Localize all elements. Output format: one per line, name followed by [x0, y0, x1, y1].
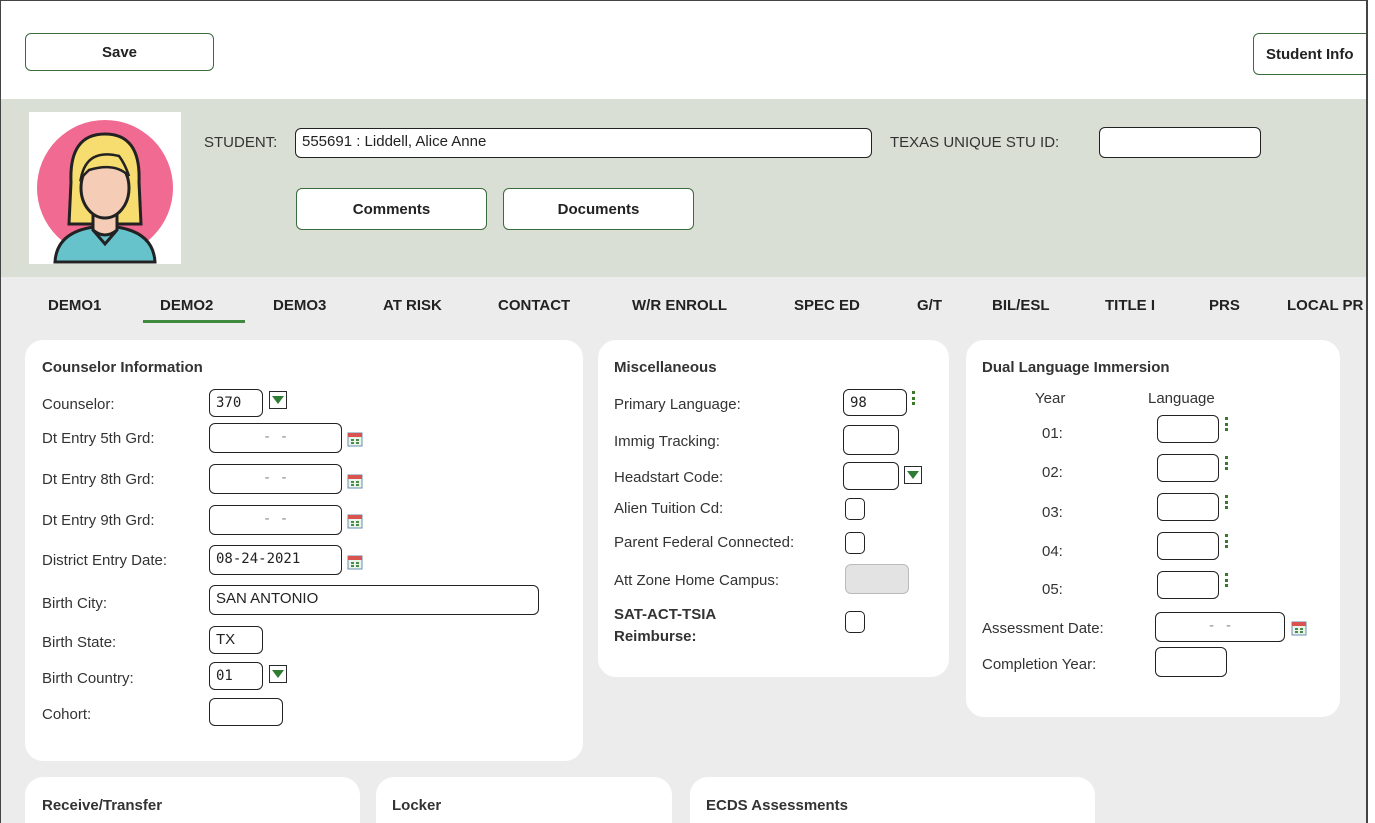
counselor-title: Counselor Information — [42, 359, 203, 376]
completion-year-field[interactable] — [1155, 647, 1227, 677]
counselor-dropdown[interactable] — [269, 391, 287, 409]
birth-country-field[interactable]: 01 — [209, 662, 263, 690]
student-info-button[interactable]: Student Info — [1253, 33, 1366, 75]
immig-tracking-label: Immig Tracking: — [614, 433, 720, 450]
birth-state-label: Birth State: — [42, 634, 117, 651]
calendar-icon[interactable] — [347, 554, 363, 570]
year-03-label: 03: — [1042, 504, 1063, 521]
tab-local-pr[interactable]: LOCAL PR — [1287, 297, 1363, 314]
more-options-icon[interactable] — [1225, 417, 1229, 433]
att-zone-field — [845, 564, 909, 594]
student-photo — [29, 112, 181, 264]
year-04-label: 04: — [1042, 543, 1063, 560]
texas-id-field[interactable] — [1099, 127, 1261, 158]
parent-federal-label: Parent Federal Connected: — [614, 534, 795, 551]
tab-demo3[interactable]: DEMO3 — [273, 297, 326, 314]
calendar-icon[interactable] — [347, 513, 363, 529]
avatar-icon — [37, 120, 173, 264]
more-options-icon[interactable] — [1225, 573, 1229, 589]
dt9-field[interactable]: - - — [209, 505, 342, 535]
texas-id-label: TEXAS UNIQUE STU ID: — [890, 134, 1060, 151]
student-label: STUDENT: — [204, 134, 278, 151]
counselor-field[interactable]: 370 — [209, 389, 263, 417]
cohort-field[interactable] — [209, 698, 283, 726]
birth-city-label: Birth City: — [42, 595, 108, 612]
calendar-icon[interactable] — [347, 473, 363, 489]
active-tab-indicator — [143, 320, 245, 323]
sat-act-label-line1: SAT-ACT-TSIA — [614, 606, 717, 623]
assessment-date-field[interactable]: - - — [1155, 612, 1285, 642]
cohort-label: Cohort: — [42, 706, 92, 723]
headstart-label: Headstart Code: — [614, 469, 724, 486]
year-header: Year — [1035, 390, 1066, 407]
tab-wr-enroll[interactable]: W/R ENROLL — [632, 297, 727, 314]
att-zone-label: Att Zone Home Campus: — [614, 572, 780, 589]
primary-language-field[interactable]: 98 — [843, 389, 907, 416]
counselor-label: Counselor: — [42, 396, 115, 413]
app-frame: Save Student Info STUDENT: 555691 : Lidd… — [0, 0, 1368, 823]
ecds-title: ECDS Assessments — [706, 797, 849, 814]
tab-demo1[interactable]: DEMO1 — [48, 297, 101, 314]
completion-year-label: Completion Year: — [982, 656, 1097, 673]
language-03-field[interactable] — [1157, 493, 1219, 521]
tab-contact[interactable]: CONTACT — [498, 297, 570, 314]
assessment-date-label: Assessment Date: — [982, 620, 1104, 637]
more-options-icon[interactable] — [912, 391, 916, 407]
dt9-label: Dt Entry 9th Grd: — [42, 512, 155, 529]
calendar-icon[interactable] — [347, 431, 363, 447]
tab-at-risk[interactable]: AT RISK — [383, 297, 442, 314]
comments-button[interactable]: Comments — [296, 188, 487, 230]
tab-spec-ed[interactable]: SPEC ED — [794, 297, 860, 314]
more-options-icon[interactable] — [1225, 495, 1229, 511]
birth-state-field[interactable]: TX — [209, 626, 263, 654]
parent-federal-checkbox[interactable] — [845, 532, 865, 554]
more-options-icon[interactable] — [1225, 456, 1229, 472]
birth-country-dropdown[interactable] — [269, 665, 287, 683]
year-05-label: 05: — [1042, 581, 1063, 598]
language-05-field[interactable] — [1157, 571, 1219, 599]
birth-country-label: Birth Country: — [42, 670, 134, 687]
language-header: Language — [1148, 390, 1215, 407]
sat-act-label-line2: Reimburse: — [614, 628, 697, 645]
tab-demo2[interactable]: DEMO2 — [160, 297, 213, 314]
receive-transfer-title: Receive/Transfer — [42, 797, 163, 814]
district-entry-label: District Entry Date: — [42, 552, 168, 569]
sat-act-checkbox[interactable] — [845, 611, 865, 633]
headstart-field[interactable] — [843, 462, 899, 490]
tab-bil-esl[interactable]: BIL/ESL — [992, 297, 1050, 314]
headstart-dropdown[interactable] — [904, 466, 922, 484]
birth-city-field[interactable]: SAN ANTONIO — [209, 585, 539, 615]
calendar-icon[interactable] — [1291, 620, 1307, 636]
alien-tuition-checkbox[interactable] — [845, 498, 865, 520]
language-02-field[interactable] — [1157, 454, 1219, 482]
primary-language-label: Primary Language: — [614, 396, 741, 413]
district-entry-field[interactable]: 08-24-2021 — [209, 545, 342, 575]
tab-title-i[interactable]: TITLE I — [1105, 297, 1155, 314]
language-04-field[interactable] — [1157, 532, 1219, 560]
year-02-label: 02: — [1042, 464, 1063, 481]
language-01-field[interactable] — [1157, 415, 1219, 443]
dt5-field[interactable]: - - — [209, 423, 342, 453]
immig-tracking-field[interactable] — [843, 425, 899, 455]
misc-title: Miscellaneous — [614, 359, 717, 376]
locker-title: Locker — [392, 797, 442, 814]
more-options-icon[interactable] — [1225, 534, 1229, 550]
dt8-label: Dt Entry 8th Grd: — [42, 471, 155, 488]
dt8-field[interactable]: - - — [209, 464, 342, 494]
year-01-label: 01: — [1042, 425, 1063, 442]
tab-prs[interactable]: PRS — [1209, 297, 1240, 314]
alien-tuition-label: Alien Tuition Cd: — [614, 500, 724, 517]
documents-button[interactable]: Documents — [503, 188, 694, 230]
student-field[interactable]: 555691 : Liddell, Alice Anne — [295, 128, 872, 158]
tab-gt[interactable]: G/T — [917, 297, 942, 314]
dual-language-title: Dual Language Immersion — [982, 359, 1170, 376]
save-button[interactable]: Save — [25, 33, 214, 71]
dt5-label: Dt Entry 5th Grd: — [42, 430, 155, 447]
